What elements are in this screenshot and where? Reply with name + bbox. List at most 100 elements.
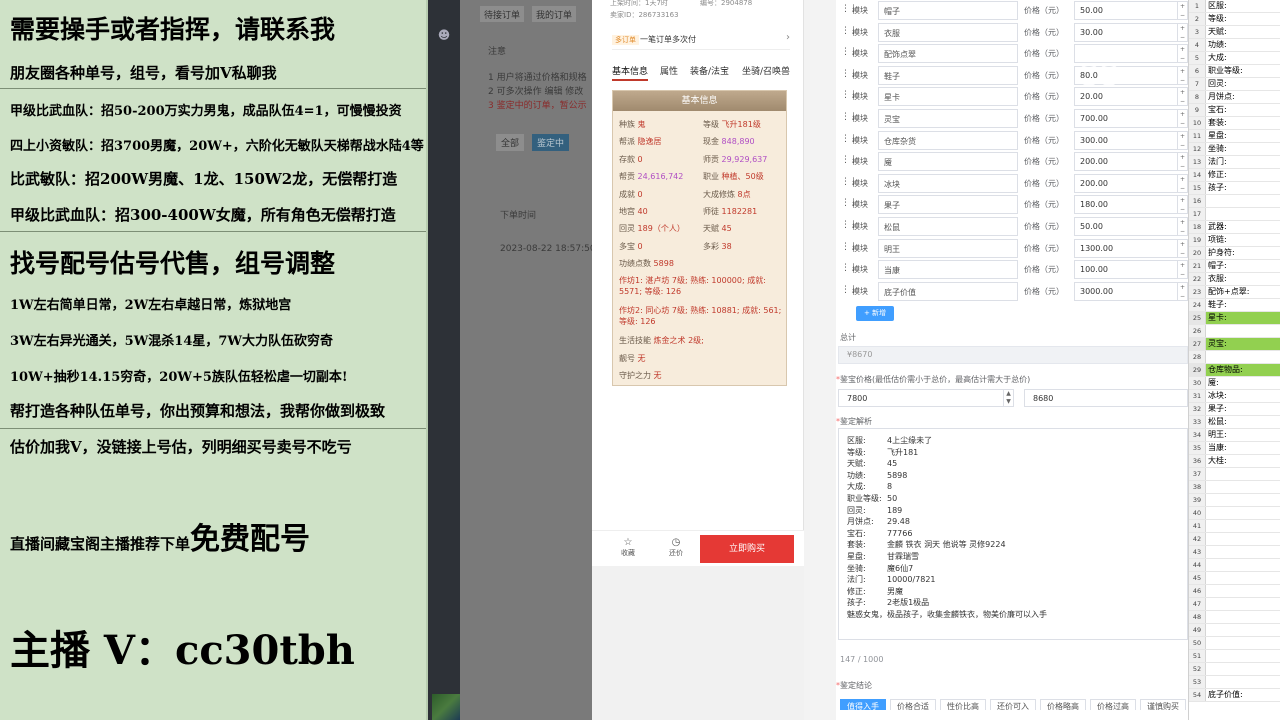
module-name-input[interactable]: 当康 xyxy=(878,260,1018,280)
sheet-row[interactable]: 23 配饰+点翠: xyxy=(1189,286,1280,299)
tab-basic-info[interactable]: 基本信息 xyxy=(612,64,649,81)
price-stepper[interactable]: + − xyxy=(1178,44,1188,64)
sheet-row[interactable]: 14 修正: xyxy=(1189,169,1280,182)
sheet-row[interactable]: 44 xyxy=(1189,559,1280,572)
module-price-input[interactable]: 50.00 xyxy=(1074,217,1178,236)
sheet-cell[interactable]: 武器: xyxy=(1208,221,1227,233)
sheet-row[interactable]: 4 功绩: xyxy=(1189,39,1280,52)
price-stepper[interactable]: + − xyxy=(1178,281,1188,301)
sheet-row[interactable]: 30 魇: xyxy=(1189,377,1280,390)
sheet-row[interactable]: 42 xyxy=(1189,533,1280,546)
analysis-textarea[interactable]: 区服: 4上尘缘未了 等级: 飞升181 天赋: 45 功绩: 5898 大成: 8 职业等级: 50… xyxy=(838,428,1188,640)
price-stepper[interactable]: + − xyxy=(1178,152,1188,172)
sheet-row[interactable]: 54 底子价值: xyxy=(1189,689,1280,702)
sheet-row[interactable]: 48 xyxy=(1189,611,1280,624)
module-price-input[interactable]: 20.00 xyxy=(1074,87,1178,107)
module-name-input[interactable]: 鞋子 xyxy=(878,65,1018,85)
price-stepper[interactable]: + − xyxy=(1178,1,1188,20)
sheet-row[interactable]: 51 xyxy=(1189,650,1280,663)
price-stepper[interactable]: + − xyxy=(1178,217,1188,236)
module-name-input[interactable]: 帽子 xyxy=(878,1,1018,20)
sheet-cell[interactable]: 星盘: xyxy=(1208,130,1227,142)
price-stepper[interactable]: + − xyxy=(1178,109,1188,128)
module-name-input[interactable]: 星卡 xyxy=(878,87,1018,107)
sheet-row[interactable]: 22 衣服: xyxy=(1189,273,1280,286)
sheet-cell[interactable]: 宝石: xyxy=(1208,104,1227,116)
conclusion-option[interactable]: 谨慎购买 xyxy=(1140,699,1186,710)
sheet-row[interactable]: 21 帽子: xyxy=(1189,260,1280,273)
sheet-row[interactable]: 53 xyxy=(1189,676,1280,689)
conclusion-option[interactable]: 还价可入 xyxy=(990,699,1036,710)
conclusion-option[interactable]: 价格合适 xyxy=(890,699,936,710)
sheet-row[interactable]: 25 星卡: xyxy=(1189,312,1280,325)
sheet-cell[interactable]: 项链: xyxy=(1208,234,1227,246)
module-name-input[interactable]: 果子 xyxy=(878,195,1018,215)
multi-pay-banner[interactable]: 多订单 一笔订单多次付 › xyxy=(612,30,790,50)
sheet-cell[interactable]: 底子价值: xyxy=(1208,689,1243,701)
sheet-row[interactable]: 15 孩子: xyxy=(1189,182,1280,195)
sheet-row[interactable]: 26 xyxy=(1189,325,1280,338)
sheet-row[interactable]: 10 套装: xyxy=(1189,117,1280,130)
sheet-cell[interactable]: 大成: xyxy=(1208,52,1227,64)
sheet-row[interactable]: 16 xyxy=(1189,195,1280,208)
sheet-row[interactable]: 38 xyxy=(1189,481,1280,494)
sheet-row[interactable]: 37 xyxy=(1189,468,1280,481)
sheet-cell[interactable]: 月饼点: xyxy=(1208,91,1235,103)
sheet-row[interactable]: 9 宝石: xyxy=(1189,104,1280,117)
sheet-cell[interactable]: 星卡: xyxy=(1208,312,1227,324)
sheet-cell[interactable]: 职业等级: xyxy=(1208,65,1243,77)
module-price-input[interactable]: 200.00 xyxy=(1074,152,1178,172)
sheet-row[interactable]: 6 职业等级: xyxy=(1189,65,1280,78)
tab-my-orders[interactable]: 我的订单 xyxy=(532,6,577,22)
module-price-input[interactable]: 180.00 xyxy=(1074,195,1178,215)
sheet-row[interactable]: 11 星盘: xyxy=(1189,130,1280,143)
sheet-cell[interactable]: 法门: xyxy=(1208,156,1227,168)
sheet-cell[interactable]: 等级: xyxy=(1208,13,1227,25)
module-price-input[interactable]: 700.00 xyxy=(1074,109,1178,128)
sheet-row[interactable]: 3 天赋: xyxy=(1189,26,1280,39)
sheet-cell[interactable]: 果子: xyxy=(1208,403,1227,415)
sheet-cell[interactable]: 回灵: xyxy=(1208,78,1227,90)
user-icon[interactable]: ☻ xyxy=(436,28,452,44)
module-price-input[interactable]: 100.00 xyxy=(1074,260,1178,280)
price-stepper[interactable]: + − xyxy=(1178,173,1188,193)
sheet-row[interactable]: 20 护身符: xyxy=(1189,247,1280,260)
sheet-row[interactable]: 7 回灵: xyxy=(1189,78,1280,91)
sheet-cell[interactable]: 当康: xyxy=(1208,442,1227,454)
sheet-row[interactable]: 8 月饼点: xyxy=(1189,91,1280,104)
sheet-row[interactable]: 39 xyxy=(1189,494,1280,507)
conclusion-option[interactable]: 值得入手 xyxy=(840,699,886,710)
tab-equipment[interactable]: 装备/法宝 xyxy=(690,64,729,77)
sheet-row[interactable]: 2 等级: xyxy=(1189,13,1280,26)
sheet-row[interactable]: 18 武器: xyxy=(1189,221,1280,234)
module-name-input[interactable]: 仓库杂货 xyxy=(878,130,1018,150)
sheet-cell[interactable]: 松鼠: xyxy=(1208,416,1227,428)
price-stepper[interactable]: + − xyxy=(1178,195,1188,215)
sheet-row[interactable]: 27 灵宝: xyxy=(1189,338,1280,351)
sheet-row[interactable]: 31 冰块: xyxy=(1189,390,1280,403)
sheet-row[interactable]: 45 xyxy=(1189,572,1280,585)
max-price-input[interactable]: 8680 xyxy=(1024,389,1188,407)
price-stepper[interactable]: + − xyxy=(1178,238,1188,258)
sheet-cell[interactable]: 坐骑: xyxy=(1208,143,1227,155)
sheet-cell[interactable]: 大桂: xyxy=(1208,455,1227,467)
tab-pending[interactable]: 待接订单 xyxy=(480,6,525,22)
sheet-cell[interactable]: 灵宝: xyxy=(1208,338,1227,350)
module-name-input[interactable]: 灵宝 xyxy=(878,109,1018,128)
module-name-input[interactable]: 配饰点翠 xyxy=(878,44,1018,64)
sheet-cell[interactable]: 配饰+点翠: xyxy=(1208,286,1249,298)
sheet-cell[interactable]: 孩子: xyxy=(1208,182,1227,194)
module-price-input[interactable]: 3000.00 xyxy=(1074,281,1178,301)
sheet-cell[interactable]: 衣服: xyxy=(1208,273,1227,285)
sheet-cell[interactable]: 仓库物品: xyxy=(1208,364,1243,376)
module-price-input[interactable]: 30.00 xyxy=(1074,22,1178,42)
sheet-row[interactable]: 35 当康: xyxy=(1189,442,1280,455)
sheet-row[interactable]: 33 松鼠: xyxy=(1189,416,1280,429)
filter-active-button[interactable]: 鉴定中 xyxy=(532,134,570,151)
sheet-cell[interactable]: 冰块: xyxy=(1208,390,1227,402)
bargain-button[interactable]: ◷ 还价 xyxy=(664,537,688,558)
module-name-input[interactable]: 冰块 xyxy=(878,173,1018,193)
sheet-row[interactable]: 41 xyxy=(1189,520,1280,533)
sheet-row[interactable]: 28 xyxy=(1189,351,1280,364)
module-name-input[interactable]: 魇 xyxy=(878,152,1018,172)
